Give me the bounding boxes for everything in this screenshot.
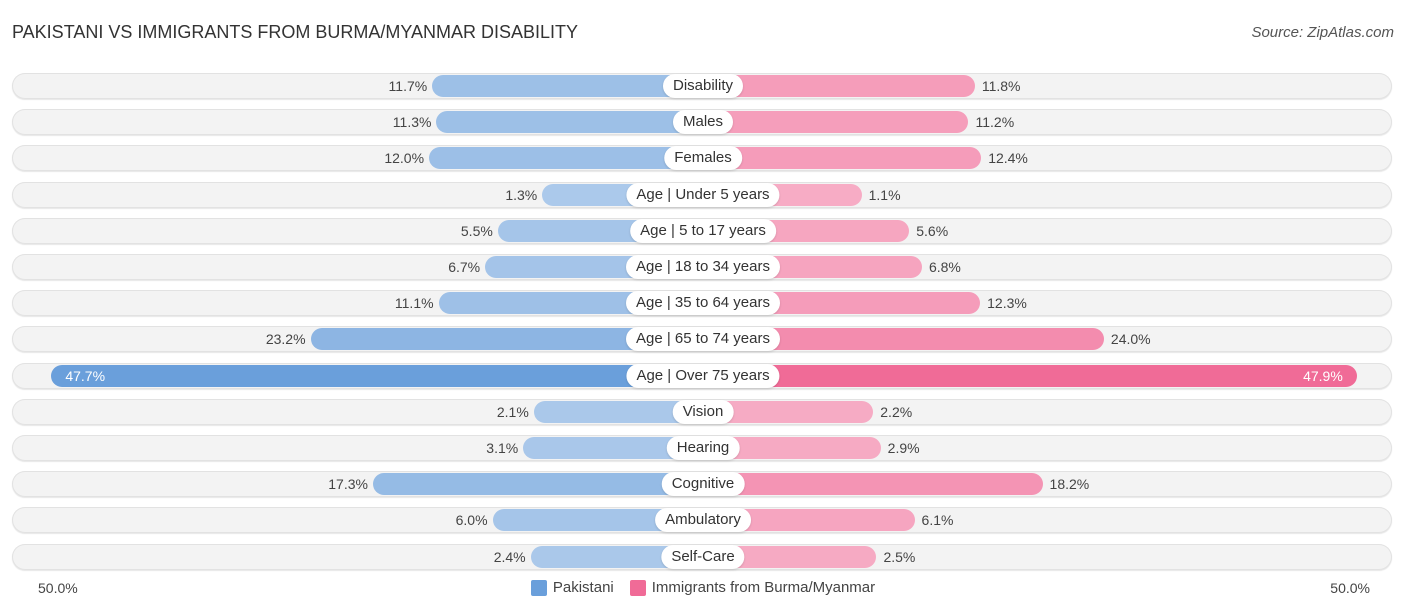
value-label-pakistani: 1.3% [505,186,538,203]
value-label-pakistani: 47.7% [65,367,106,384]
category-label: Cognitive [661,472,745,497]
value-label-pakistani: 2.4% [493,548,526,565]
bar-burma [703,75,975,97]
value-label-burma: 6.8% [928,259,961,275]
legend-item-pakistani: Pakistani [530,579,614,596]
legend-label-pakistani: Pakistani [552,579,614,596]
bar-burma [703,364,1357,387]
value-label-burma: 2.2% [880,403,913,420]
bar-burma [703,147,982,170]
category-label: Age | 5 to 17 years [630,218,776,243]
value-label-pakistani: 11.1% [394,295,434,312]
value-label-pakistani: 11.3% [392,114,432,131]
value-label-burma: 5.6% [916,222,949,239]
bar-burma [703,111,969,134]
value-label-pakistani: 6.0% [455,512,488,529]
value-label-burma: 2.9% [887,440,920,456]
bar-pakistani [436,111,703,134]
value-label-pakistani: 17.3% [328,476,368,493]
value-label-burma: 2.5% [883,548,916,565]
category-label: Age | 65 to 74 years [626,327,780,352]
category-label: Self-Care [661,544,745,569]
value-label-pakistani: 23.2% [265,331,306,348]
category-label: Vision [672,399,734,424]
value-label-burma: 6.1% [921,512,954,529]
value-label-burma: 18.2% [1049,476,1090,493]
category-label: Age | Under 5 years [626,182,780,207]
value-label-burma: 11.2% [975,114,1015,131]
category-label: Hearing [666,436,740,460]
value-label-burma: 11.8% [981,78,1021,94]
bar-pakistani [429,147,703,170]
value-label-burma: 12.3% [987,295,1027,312]
legend-label-burma: Immigrants from Burma/Myanmar [651,579,876,596]
category-label: Ambulatory [655,508,751,533]
legend-swatch-pakistani [530,579,547,596]
value-label-pakistani: 2.1% [496,403,529,420]
value-label-pakistani: 3.1% [486,440,519,456]
value-label-pakistani: 5.5% [460,222,493,239]
category-label: Females [664,146,742,171]
value-label-pakistani: 11.7% [388,78,428,94]
category-label: Disability [662,74,744,98]
category-label: Age | 35 to 64 years [626,291,780,316]
value-label-burma: 12.4% [988,150,1028,167]
legend-item-burma: Immigrants from Burma/Myanmar [629,579,876,596]
value-label-pakistani: 6.7% [448,259,481,275]
value-label-burma: 47.9% [1303,367,1343,384]
category-label: Age | Over 75 years [626,363,780,388]
bar-burma [703,473,1043,496]
category-label: Males [672,110,734,135]
bar-pakistani [51,364,703,387]
value-label-pakistani: 12.0% [384,150,425,167]
chart-area: 11.7% 11.8% Disability 11.3% 11.2% Males 12.0%… [0,0,1406,612]
legend-swatch-burma [629,579,646,596]
category-label: Age | 18 to 34 years [626,255,780,279]
value-label-burma: 1.1% [868,186,901,203]
bar-pakistani [372,473,703,496]
legend: Pakistani Immigrants from Burma/Myanmar [0,579,1406,596]
value-label-burma: 24.0% [1110,331,1151,348]
